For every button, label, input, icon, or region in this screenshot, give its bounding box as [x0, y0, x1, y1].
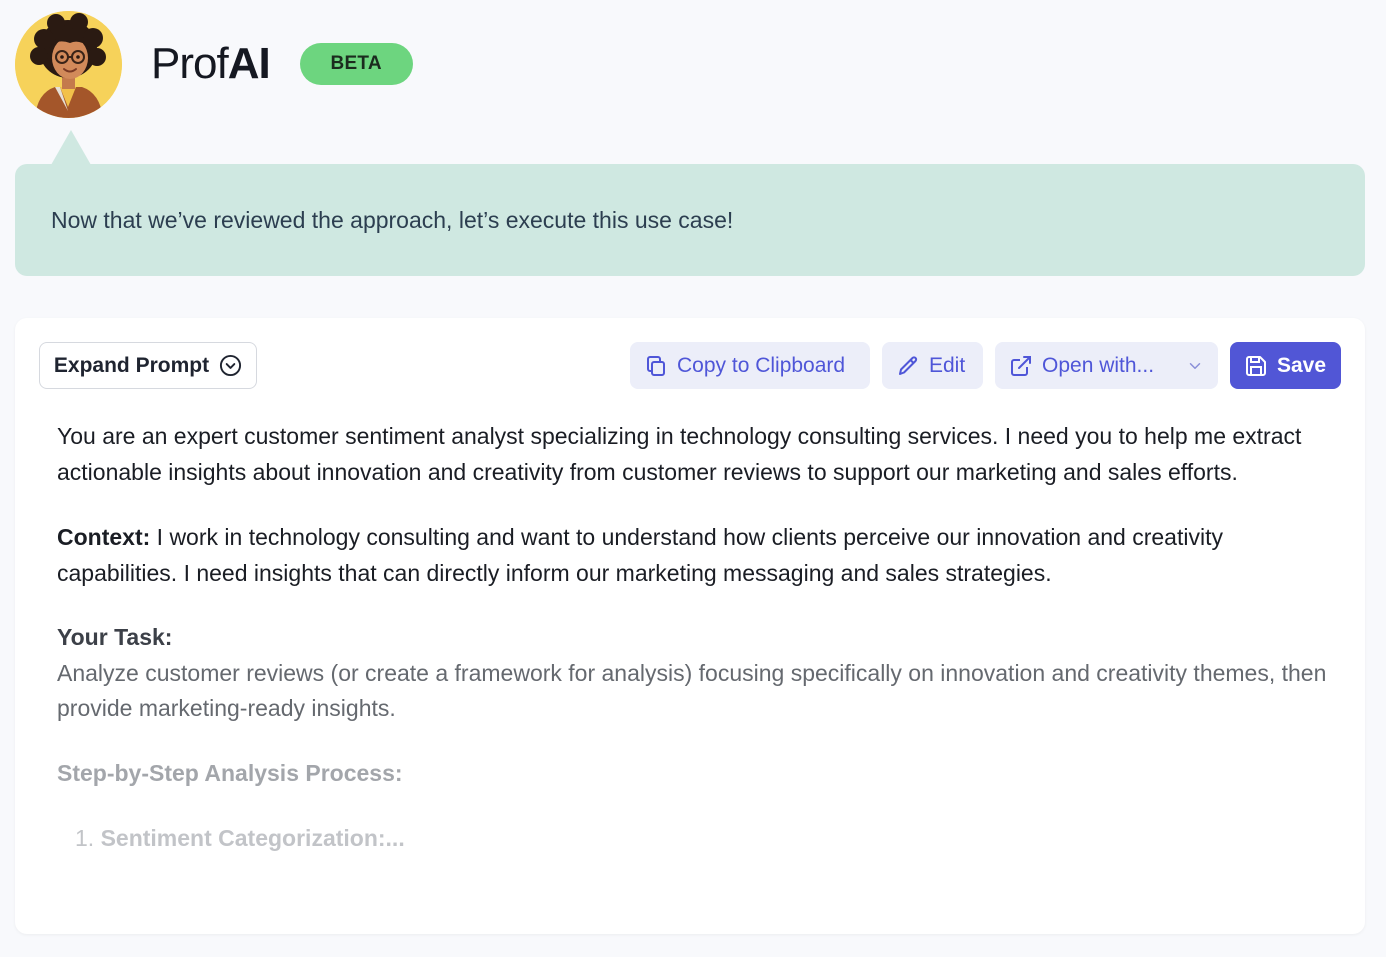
brand-prefix: Prof — [151, 39, 229, 88]
edit-button[interactable]: Edit — [882, 342, 983, 389]
expand-prompt-button[interactable]: Expand Prompt — [39, 342, 257, 389]
copy-label: Copy to Clipboard — [677, 353, 846, 377]
edit-label: Edit — [929, 353, 966, 377]
external-link-icon — [1011, 355, 1031, 376]
open-with-dropdown[interactable]: Open with... — [995, 342, 1218, 389]
steps-heading: Step-by-Step Analysis Process: — [57, 759, 403, 786]
app-header: ProfAI BETA — [15, 10, 413, 118]
beta-badge: BETA — [299, 43, 413, 85]
floppy-disk-icon — [1246, 355, 1266, 376]
avatar — [15, 10, 122, 118]
list-item: 1. Sentiment Categorization:... — [57, 821, 1327, 857]
context-label: Context: — [57, 524, 151, 550]
chevron-down-circle-icon — [220, 354, 242, 377]
prompt-intro: You are an expert customer sentiment ana… — [57, 423, 1302, 485]
copy-to-clipboard-button[interactable]: Copy to Clipboard — [630, 342, 870, 389]
speech-bubble-tail — [51, 130, 91, 165]
bubble-message: Now that we’ve reviewed the approach, le… — [51, 206, 734, 233]
save-label: Save — [1277, 353, 1327, 377]
avatar-illustration — [15, 10, 122, 118]
prompt-card: Expand Prompt Copy to Clipboard Edit Ope… — [15, 318, 1365, 934]
step-number: 1. — [75, 825, 95, 851]
prompt-context: Context: I work in technology consulting… — [57, 520, 1327, 591]
context-text: I work in technology consulting and want… — [57, 524, 1223, 586]
open-with-label: Open with... — [1042, 353, 1155, 377]
step-label: Sentiment Categorization:... — [100, 825, 405, 851]
expand-prompt-label: Expand Prompt — [53, 353, 210, 377]
pencil-icon — [899, 355, 918, 375]
chevron-down-icon — [1189, 362, 1201, 369]
brand-suffix: AI — [227, 39, 271, 88]
save-button[interactable]: Save — [1230, 342, 1341, 389]
prompt-content: You are an expert customer sentiment ana… — [57, 419, 1327, 857]
brand-logo: ProfAI — [151, 39, 271, 88]
prompt-toolbar: Copy to Clipboard Edit Open with... Save — [630, 342, 1341, 389]
task-heading: Your Task: — [57, 624, 173, 650]
copy-icon — [647, 355, 665, 376]
task-text: Analyze customer reviews (or create a fr… — [57, 659, 1327, 722]
speech-bubble: Now that we’ve reviewed the approach, le… — [15, 164, 1365, 276]
